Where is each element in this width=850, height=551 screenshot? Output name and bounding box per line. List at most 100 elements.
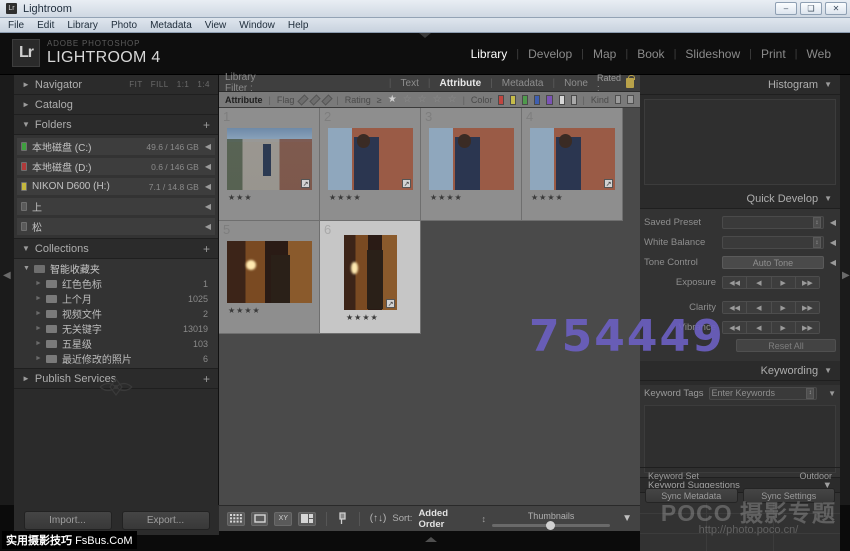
- export-button[interactable]: Export...: [121, 510, 210, 530]
- grid-cell[interactable]: 1 ↗ ★★★: [219, 108, 320, 221]
- list-item[interactable]: ► 五星级 103: [17, 336, 215, 352]
- right-collapse-arrow-icon[interactable]: ▶: [842, 270, 850, 281]
- slider-track[interactable]: [492, 520, 611, 530]
- module-library[interactable]: Library: [462, 47, 517, 61]
- clarity-decrease[interactable]: ◀: [747, 302, 772, 313]
- flag-icon[interactable]: [337, 512, 349, 526]
- thumbnail-image[interactable]: ↗: [328, 128, 413, 190]
- menu-window[interactable]: Window: [239, 20, 275, 31]
- compare-view-icon[interactable]: XY: [274, 511, 293, 526]
- minimize-button[interactable]: –: [775, 2, 797, 15]
- virtual-copy-badge-icon[interactable]: ↗: [301, 179, 310, 188]
- folder-expand-icon[interactable]: ◀: [205, 202, 211, 211]
- rating-operator[interactable]: ≥: [377, 95, 382, 105]
- navigator-mode-fill[interactable]: FILL: [151, 80, 169, 89]
- exposure-increase[interactable]: ▶: [771, 277, 796, 288]
- toolbar-options-icon[interactable]: ▼: [622, 513, 632, 524]
- thumbnail-image[interactable]: ↗: [344, 235, 397, 310]
- quick-develop-header[interactable]: Quick Develop ▼: [640, 189, 840, 209]
- survey-view-icon[interactable]: [298, 511, 316, 526]
- menu-metadata[interactable]: Metadata: [150, 20, 192, 31]
- collapse-arrow-icon[interactable]: ◀: [830, 238, 836, 247]
- filter-tab-text[interactable]: Text: [392, 78, 428, 89]
- grid-cell[interactable]: 3 ★★★★: [421, 108, 522, 221]
- kind-master-photo-icon[interactable]: [614, 95, 622, 104]
- folder-row[interactable]: 松 ◀: [17, 218, 215, 235]
- vibrance-decrease-large[interactable]: ◀◀: [723, 322, 748, 333]
- reset-all-button[interactable]: Reset All: [736, 339, 836, 352]
- color-swatch-red[interactable]: [498, 94, 505, 105]
- left-panel-edge[interactable]: ◀: [0, 75, 14, 505]
- color-swatch-none[interactable]: [558, 94, 565, 105]
- flag-rejected-icon[interactable]: [321, 93, 334, 106]
- folder-expand-icon[interactable]: ◀: [205, 222, 211, 231]
- exposure-decrease[interactable]: ◀: [747, 277, 772, 288]
- flag-picked-icon[interactable]: [297, 93, 310, 106]
- list-item[interactable]: ► 无关键字 13019: [17, 321, 215, 337]
- menu-file[interactable]: File: [8, 20, 24, 31]
- rating-star-2[interactable]: ☆: [403, 94, 412, 105]
- catalog-header[interactable]: ► Catalog: [14, 95, 218, 115]
- menu-view[interactable]: View: [205, 20, 227, 31]
- menu-edit[interactable]: Edit: [37, 20, 54, 31]
- list-item[interactable]: ► 上个月 1025: [17, 291, 215, 307]
- module-slideshow[interactable]: Slideshow: [676, 47, 749, 61]
- grid-cell[interactable]: 5 ★★★★: [219, 221, 320, 334]
- menu-library[interactable]: Library: [67, 20, 98, 31]
- navigator-header[interactable]: ► Navigator FIT FILL 1:1 1:4: [14, 75, 218, 95]
- lock-icon[interactable]: [626, 75, 635, 88]
- auto-tone-button[interactable]: Auto Tone: [722, 256, 824, 269]
- filter-tab-attribute[interactable]: Attribute: [430, 78, 490, 89]
- smart-collections-root[interactable]: ▼ 智能收藏夹: [17, 261, 215, 276]
- module-book[interactable]: Book: [628, 47, 673, 61]
- sync-metadata-button[interactable]: Sync Metadata: [645, 488, 738, 503]
- clarity-increase-large[interactable]: ▶▶: [795, 302, 819, 313]
- color-swatch-purple[interactable]: [546, 94, 553, 105]
- star-rating[interactable]: ★★★: [228, 193, 253, 202]
- chevron-down-icon[interactable]: ▼: [824, 80, 832, 89]
- keyword-set-row[interactable]: Keyword Set Outdoor: [640, 467, 840, 483]
- chevron-updown-icon[interactable]: ↕: [482, 514, 487, 524]
- list-item[interactable]: ► 最近修改的照片 6: [17, 351, 215, 367]
- maximize-button[interactable]: ❑: [800, 2, 822, 15]
- star-rating[interactable]: ★★★★: [228, 306, 261, 315]
- add-folder-icon[interactable]: +: [203, 118, 210, 132]
- folder-row[interactable]: NIKON D600 (H:) 7.1 / 14.8 GB ◀: [17, 178, 215, 195]
- navigator-mode-1-1[interactable]: 1:1: [177, 80, 190, 89]
- module-map[interactable]: Map: [584, 47, 625, 61]
- collapse-arrow-icon[interactable]: ◀: [830, 258, 836, 267]
- star-rating[interactable]: ★★★★: [531, 193, 564, 202]
- menu-help[interactable]: Help: [288, 20, 309, 31]
- kind-virtual-copy-icon[interactable]: [627, 95, 634, 104]
- az-sort-icon[interactable]: (↑↓): [370, 513, 387, 524]
- clarity-increase[interactable]: ▶: [771, 302, 796, 313]
- vibrance-stepper[interactable]: ◀◀ ◀ ▶ ▶▶: [722, 321, 820, 334]
- folder-expand-icon[interactable]: ◀: [205, 162, 211, 171]
- keywording-header[interactable]: Keywording ▼: [640, 361, 840, 381]
- folder-expand-icon[interactable]: ◀: [205, 142, 211, 151]
- add-collection-icon[interactable]: +: [203, 242, 210, 256]
- rating-star-1[interactable]: ★: [388, 94, 397, 105]
- thumbnail-image[interactable]: ↗: [530, 128, 615, 190]
- saved-preset-select[interactable]: ↕: [722, 216, 824, 229]
- thumbnail-image[interactable]: ↗: [227, 128, 312, 190]
- menu-photo[interactable]: Photo: [111, 20, 137, 31]
- sort-value[interactable]: Added Order: [418, 508, 475, 530]
- clarity-stepper[interactable]: ◀◀ ◀ ▶ ▶▶: [722, 301, 820, 314]
- folders-header[interactable]: ▼ Folders +: [14, 115, 218, 135]
- color-swatch-green[interactable]: [522, 94, 529, 105]
- left-collapse-arrow-icon[interactable]: ◀: [3, 270, 11, 281]
- star-rating[interactable]: ★★★★: [346, 313, 379, 322]
- list-item[interactable]: ► 红色色标 1: [17, 276, 215, 292]
- grid-cell[interactable]: 4 ↗ ★★★★: [522, 108, 623, 221]
- slider-knob[interactable]: [546, 520, 556, 530]
- thumbnail-image[interactable]: [227, 241, 312, 303]
- module-web[interactable]: Web: [798, 47, 840, 61]
- filter-tab-none[interactable]: None: [555, 78, 597, 89]
- thumbnail-image[interactable]: [429, 128, 514, 190]
- grid-view-icon[interactable]: [227, 511, 245, 526]
- rating-star-4[interactable]: ☆: [433, 94, 442, 105]
- module-print[interactable]: Print: [752, 47, 795, 61]
- navigator-mode-fit[interactable]: FIT: [129, 80, 143, 89]
- rating-star-5[interactable]: ☆: [448, 94, 457, 105]
